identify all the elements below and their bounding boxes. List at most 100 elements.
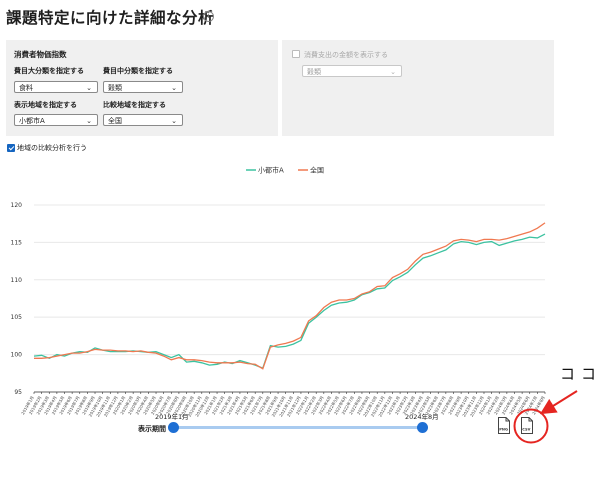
y-tick-label: 115: [11, 239, 23, 246]
chevron-down-icon: ⌄: [390, 68, 396, 76]
spending-select-value: 穀類: [307, 68, 321, 76]
chevron-down-icon: ⌄: [86, 117, 92, 125]
x-tick-label: 2023年8月: [439, 395, 455, 416]
chevron-down-icon: ⌄: [86, 84, 92, 92]
region-label: 表示地域を指定する: [14, 101, 77, 109]
x-tick-label: 2020年4月: [134, 394, 150, 415]
x-tick-label: 2019年6月: [57, 394, 73, 415]
region-select[interactable]: 小都市A ⌄: [14, 114, 98, 126]
x-tick-label: 2024年4月: [500, 395, 516, 416]
cpi-controls-panel: 消費者物価指数 費目大分類を指定する 食料 ⌄ 費目中分類を指定する 穀類 ⌄ …: [6, 40, 278, 136]
x-tick-label: 2019年5月: [50, 394, 66, 415]
x-tick-label: 2024年8月: [530, 395, 546, 416]
x-tick-label: 2020年3月: [126, 395, 142, 416]
compare-toggle-label: 地域の比較分析を行う: [17, 144, 87, 152]
middle-category-select[interactable]: 穀類 ⌄: [103, 81, 183, 93]
x-tick-label: 2019年7月: [65, 395, 81, 416]
spending-toggle-checkbox[interactable]: [292, 50, 300, 58]
png-download-icon[interactable]: PNG: [497, 417, 511, 434]
x-tick-label: 2021年10月: [270, 395, 287, 418]
x-tick-label: 2024年3月: [492, 395, 508, 416]
x-tick-label: 2023年12月: [468, 395, 485, 418]
compare-region-value: 全国: [108, 117, 122, 125]
x-tick-label: 2021年4月: [225, 394, 241, 415]
spending-toggle-label: 消費支出の金額を表示する: [304, 51, 388, 59]
x-tick-label: 2022年5月: [324, 395, 340, 416]
x-tick-label: 2019年9月: [80, 394, 96, 415]
png-label: PNG: [499, 428, 508, 432]
spending-select[interactable]: 穀類 ⌄: [302, 65, 402, 77]
x-tick-label: 2019年4月: [42, 395, 58, 416]
range-start-handle[interactable]: [168, 422, 179, 433]
x-tick-label: 2023年11月: [460, 395, 477, 418]
range-end-label: 2024年8月: [405, 413, 439, 421]
x-tick-label: 2021年12月: [285, 394, 302, 417]
x-tick-label: 2021年2月: [210, 395, 226, 416]
x-tick-label: 2019年8月: [73, 395, 89, 416]
x-tick-label: 2019年3月: [35, 395, 51, 416]
y-tick-label: 100: [11, 352, 23, 359]
page-title: 課題特定に向けた詳細な分析: [6, 9, 215, 27]
chevron-down-icon: ⌄: [171, 117, 177, 125]
legend-label: 小都市A: [258, 166, 284, 175]
x-tick-label: 2022年3月: [309, 394, 325, 415]
x-tick-label: 2022年6月: [332, 394, 348, 415]
annotation-text: ココ: [560, 365, 603, 383]
x-tick-label: 2022年12月: [377, 395, 394, 418]
range-end-handle[interactable]: [417, 422, 428, 433]
range-slider-track[interactable]: [174, 426, 422, 429]
x-tick-label: 2021年9月: [263, 395, 279, 416]
y-tick-label: 95: [14, 389, 22, 396]
x-tick-label: 2021年11月: [277, 394, 294, 417]
spending-controls-panel: 消費支出の金額を表示する 穀類 ⌄: [282, 40, 554, 136]
csv-label: CSV: [522, 428, 530, 432]
x-tick-label: 2019年1月: [19, 395, 35, 416]
range-label: 表示期間: [138, 425, 166, 433]
x-tick-label: 2019年10月: [87, 394, 104, 417]
series-line: [33, 233, 546, 369]
middle-category-value: 穀類: [108, 84, 122, 92]
region-value: 小都市A: [19, 117, 45, 125]
middle-category-label: 費目中分類を指定する: [103, 67, 173, 75]
series-line: [34, 222, 546, 370]
x-tick-label: 2024年2月: [485, 394, 501, 415]
y-tick-label: 110: [11, 277, 23, 284]
x-tick-label: 2021年3月: [218, 395, 234, 416]
x-tick-label: 2021年8月: [256, 394, 272, 415]
x-tick-label: 2021年7月: [248, 394, 264, 415]
compare-region-select[interactable]: 全国 ⌄: [103, 114, 183, 126]
x-tick-label: 2019年11月: [94, 395, 111, 418]
annotation-arrow: [539, 390, 578, 415]
y-tick-label: 105: [11, 314, 23, 321]
major-category-label: 費目大分類を指定する: [14, 67, 84, 75]
x-tick-label: 2020年2月: [118, 394, 134, 415]
x-tick-label: 2022年9月: [355, 395, 371, 416]
x-tick-label: 2022年2月: [301, 395, 317, 416]
x-tick-label: 2021年1月: [202, 394, 218, 415]
x-tick-label: 2021年5月: [233, 395, 249, 416]
x-tick-label: 2024年6月: [515, 394, 531, 415]
info-icon[interactable]: i: [203, 11, 214, 22]
x-tick-label: 2024年1月: [477, 394, 493, 415]
x-tick-label: 2020年1月: [111, 394, 127, 415]
x-tick-label: 2020年12月: [193, 394, 210, 417]
x-tick-label: 2022年10月: [361, 394, 378, 417]
range-start-label: 2019年1月: [155, 413, 189, 421]
x-tick-label: 2022年11月: [369, 394, 386, 417]
x-tick-label: 2022年1月: [294, 395, 310, 416]
chevron-down-icon: ⌄: [171, 84, 177, 92]
x-tick-label: 2023年10月: [453, 394, 470, 417]
y-tick-label: 120: [11, 202, 23, 209]
x-tick-label: 2022年4月: [317, 394, 333, 415]
x-tick-label: 2023年9月: [446, 394, 462, 415]
major-category-select[interactable]: 食料 ⌄: [14, 81, 98, 93]
compare-toggle-checkbox[interactable]: [7, 144, 15, 152]
compare-region-label: 比較地域を指定する: [103, 101, 166, 109]
major-category-value: 食料: [19, 84, 33, 92]
csv-download-icon[interactable]: CSV: [520, 417, 534, 434]
x-tick-label: 2022年8月: [347, 395, 363, 416]
legend-label: 全国: [310, 166, 324, 175]
x-tick-label: 2019年2月: [27, 394, 43, 415]
x-tick-label: 2019年12月: [102, 395, 119, 418]
x-tick-label: 2024年7月: [523, 395, 539, 416]
